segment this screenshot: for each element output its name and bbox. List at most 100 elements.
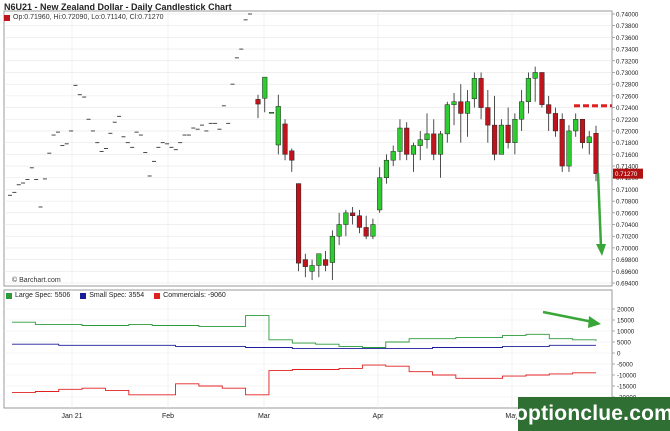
candle-body [363, 227, 369, 237]
candle-body [505, 124, 511, 143]
y-tick-label: 0.70200 [616, 234, 639, 241]
y-tick-label: 0.70000 [616, 245, 639, 252]
candle-body [586, 136, 592, 143]
candle-body [383, 159, 389, 178]
candle-body [498, 124, 504, 155]
y-tick-label: 0.73000 [616, 70, 639, 77]
y-tick-label: 0.69400 [616, 281, 639, 288]
candle-body [539, 72, 545, 105]
candle-body [437, 133, 444, 155]
y-tick-label: 0.73600 [616, 35, 639, 42]
y-tick-label: 5000 [617, 340, 631, 347]
candle-body [492, 124, 498, 155]
candle-body [478, 78, 484, 108]
cot-legend: Large Spec: 5506 Small Spec: 3554 Commer… [6, 292, 226, 299]
y-tick-label: 0.73200 [616, 58, 639, 65]
candle-body [370, 224, 376, 237]
y-tick-label: 0.73400 [616, 47, 639, 54]
x-tick-label: Jan 21 [61, 413, 82, 420]
y-tick-label: 15000 [617, 318, 635, 325]
y-tick-label: 0.72800 [616, 82, 639, 89]
candle-body [377, 177, 383, 211]
candle-body [485, 107, 491, 126]
candle-body [323, 259, 329, 266]
candle-body [573, 119, 579, 132]
y-tick-label: 0 [617, 351, 621, 358]
candle-body [525, 78, 531, 102]
candle-body [296, 183, 302, 264]
ohlc-text: Op:0.71960, Hi:0.72090, Lo:0.71140, Cl:0… [13, 14, 164, 21]
barchart-credit: © Barchart.com [12, 277, 61, 284]
candle-body [404, 127, 410, 155]
candle-body [309, 265, 315, 272]
y-tick-label: 0.70600 [616, 210, 639, 217]
candle-body [444, 104, 450, 135]
x-tick-label: Mar [258, 413, 271, 420]
y-tick-label: 20000 [617, 307, 635, 314]
x-tick-label: Apr [373, 413, 385, 420]
candle-body [390, 151, 396, 161]
y-tick-label: 0.72400 [616, 105, 639, 112]
y-tick-label: -5000 [617, 362, 633, 369]
candle-body [268, 111, 275, 114]
y-tick-label: 0.71600 [616, 152, 639, 159]
legend-swatch [6, 292, 12, 299]
legend-label: Commercials: -9060 [163, 292, 226, 299]
ohlc-readout: Op:0.71960, Hi:0.72090, Lo:0.71140, Cl:0… [4, 14, 164, 21]
legend-swatch [80, 292, 87, 299]
candle-body [566, 130, 572, 167]
candle-body [512, 119, 518, 143]
candle-body [343, 212, 349, 225]
x-tick-label: Feb [162, 413, 174, 420]
candle-body [410, 145, 417, 155]
ohlc-swatch [4, 14, 10, 21]
legend-large-spec: Large Spec: 5506 [6, 292, 70, 299]
candle-body [546, 104, 552, 114]
candle-body [302, 259, 308, 267]
y-tick-label: 0.69600 [616, 269, 639, 276]
candle-body [559, 119, 565, 167]
y-tick-label: 0.70400 [616, 222, 639, 229]
candle-body [316, 253, 322, 266]
y-tick-label: 0.74000 [616, 12, 639, 19]
candle-body [532, 72, 538, 79]
candle-body [471, 78, 477, 100]
legend-commercials: Commercials: -9060 [154, 292, 226, 299]
chart-title: N6U21 - New Zealand Dollar - Daily Candl… [4, 2, 232, 12]
candle-body [431, 133, 437, 155]
candle-body [275, 106, 281, 146]
candle-body [350, 212, 356, 216]
candle-body [519, 101, 525, 120]
y-tick-label: 0.71000 [616, 187, 639, 194]
y-tick-label: 0.71800 [616, 140, 639, 147]
candle-body [329, 235, 335, 263]
candle-body [465, 101, 471, 114]
y-tick-label: 0.72600 [616, 93, 639, 100]
candle-body [282, 123, 288, 155]
candle-body [579, 119, 586, 143]
legend-swatch [154, 292, 161, 299]
legend-label: Large Spec: 5506 [15, 292, 71, 299]
y-tick-label: 0.72000 [616, 128, 639, 135]
y-tick-label: 0.70800 [616, 199, 639, 206]
candle-body [397, 127, 403, 152]
y-tick-label: 10000 [617, 329, 635, 336]
candle-body [336, 224, 342, 237]
candle-body [356, 215, 362, 228]
watermark: optionclue.com [515, 397, 670, 431]
y-tick-label: -10000 [617, 373, 637, 380]
candle-body [289, 150, 295, 161]
last-price-label: 0.71270 [615, 171, 638, 178]
candle-body [451, 101, 457, 105]
candle-body [424, 133, 430, 140]
y-tick-label: 0.73800 [616, 23, 639, 30]
y-tick-label: 0.72200 [616, 117, 639, 124]
legend-small-spec: Small Spec: 3554 [80, 292, 144, 299]
y-tick-label: -15000 [617, 384, 637, 391]
y-tick-label: 0.69800 [616, 257, 639, 264]
candle-body [552, 113, 558, 132]
candle-body [458, 101, 464, 114]
price-panel [3, 10, 613, 287]
chart-canvas: 0.74000 0.73800 0.73600 0.73400 0.73200 0.730… [3, 10, 643, 420]
candle-body [262, 76, 268, 99]
